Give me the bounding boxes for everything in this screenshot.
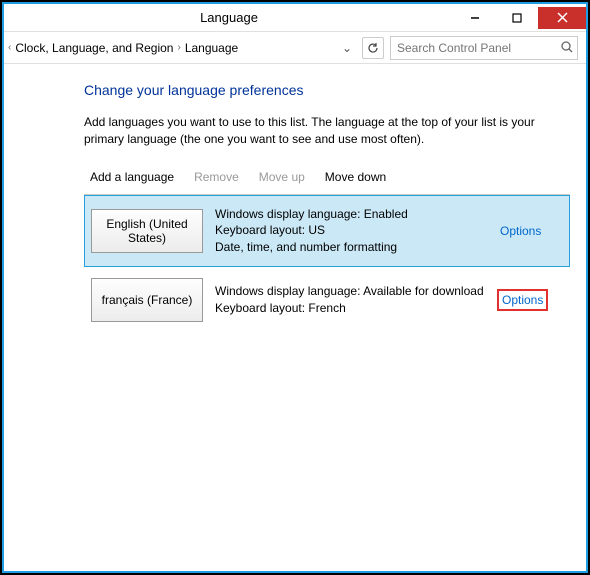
window-title: Language — [4, 10, 454, 25]
page-heading: Change your language preferences — [84, 82, 570, 98]
maximize-button[interactable] — [496, 7, 538, 29]
address-dropdown[interactable]: ⌄ — [338, 37, 356, 59]
breadcrumb-page[interactable]: Language — [185, 41, 238, 55]
language-name-box[interactable]: français (France) — [91, 278, 203, 322]
language-list: English (United States) Windows display l… — [84, 194, 570, 333]
options-link[interactable]: Options — [497, 222, 544, 240]
sidebar: or number — [4, 64, 48, 571]
search-box — [390, 36, 578, 60]
titlebar: Language — [4, 4, 586, 32]
address-bar: ‹ Clock, Language, and Region › Language… — [4, 32, 586, 64]
main-content: Change your language preferences Add lan… — [48, 64, 586, 571]
sidebar-link-format[interactable]: or number — [4, 142, 48, 156]
close-button[interactable] — [538, 7, 586, 29]
breadcrumb[interactable]: ‹ Clock, Language, and Region › Language — [4, 41, 332, 55]
search-icon[interactable] — [560, 40, 574, 57]
refresh-button[interactable] — [362, 37, 384, 59]
language-details: Windows display language: EnabledKeyboar… — [215, 206, 485, 256]
language-name-box[interactable]: English (United States) — [91, 209, 203, 253]
add-language-button[interactable]: Add a language — [90, 170, 174, 184]
toolbar: Add a language Remove Move up Move down — [84, 164, 570, 192]
chevron-left-icon: ‹ — [8, 42, 11, 53]
breadcrumb-group[interactable]: Clock, Language, and Region — [15, 41, 173, 55]
language-row[interactable]: English (United States) Windows display l… — [84, 195, 570, 267]
chevron-right-icon: › — [177, 42, 180, 53]
remove-button: Remove — [194, 170, 239, 184]
language-details: Windows display language: Available for … — [215, 283, 485, 317]
move-up-button: Move up — [259, 170, 305, 184]
page-description: Add languages you want to use to this li… — [84, 114, 570, 148]
language-row[interactable]: français (France) Windows display languag… — [84, 267, 570, 333]
minimize-button[interactable] — [454, 7, 496, 29]
move-down-button[interactable]: Move down — [325, 170, 386, 184]
options-link[interactable]: Options — [497, 289, 548, 311]
search-input[interactable] — [390, 36, 578, 60]
